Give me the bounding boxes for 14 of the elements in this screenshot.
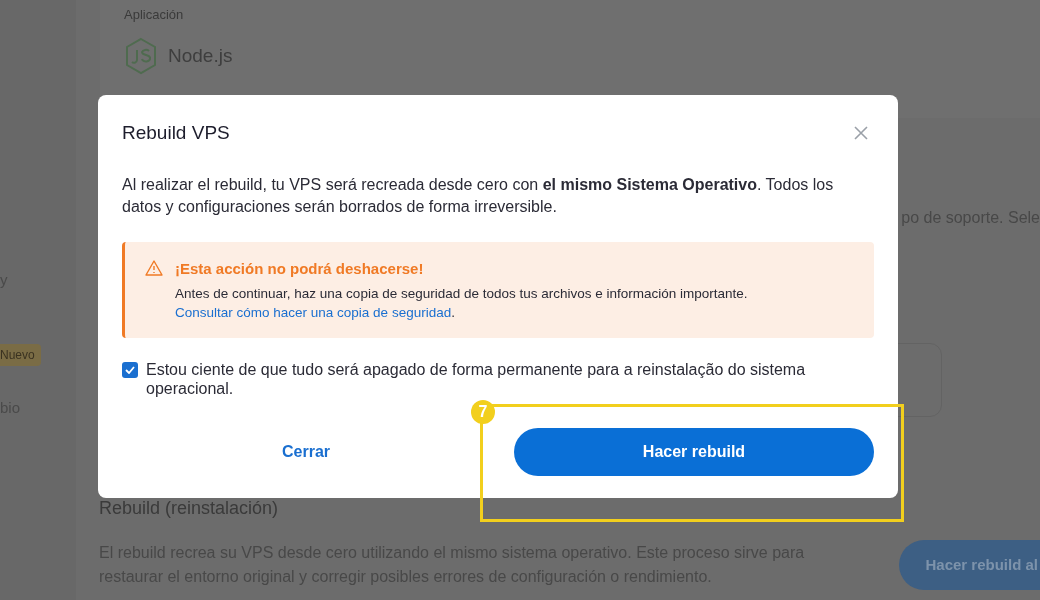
dialog-message: Al realizar el rebuild, tu VPS será recreada desde cero con el mismo Sistema Operativo. Todos los datos y configuraciones serán borrados de forma irreversible. <box>122 174 835 217</box>
confirm-checkbox[interactable] <box>122 362 138 378</box>
close-icon[interactable] <box>854 126 868 141</box>
confirm-label: Estou ciente de que tudo será apagado de forma permanente para a reinstalação do sistema operacional. <box>146 360 807 398</box>
close-button[interactable]: Cerrar <box>266 428 346 476</box>
nodejs-logo-icon <box>124 37 158 75</box>
check-icon <box>125 366 135 374</box>
new-badge: Nuevo <box>0 344 41 366</box>
alert-title: ¡Esta acción no podrá deshacerse! <box>175 258 425 279</box>
alert-text: Antes de continuar, haz una copia de seguridad de todos tus archivos e información importante. <box>175 285 748 303</box>
alert-link-line: Consultar cómo hacer una copia de seguridad. <box>175 304 456 322</box>
rebuild-button[interactable]: Hacer rebuild <box>514 428 874 476</box>
dialog-title: Rebuild VPS <box>122 121 230 145</box>
warning-icon <box>145 259 163 276</box>
